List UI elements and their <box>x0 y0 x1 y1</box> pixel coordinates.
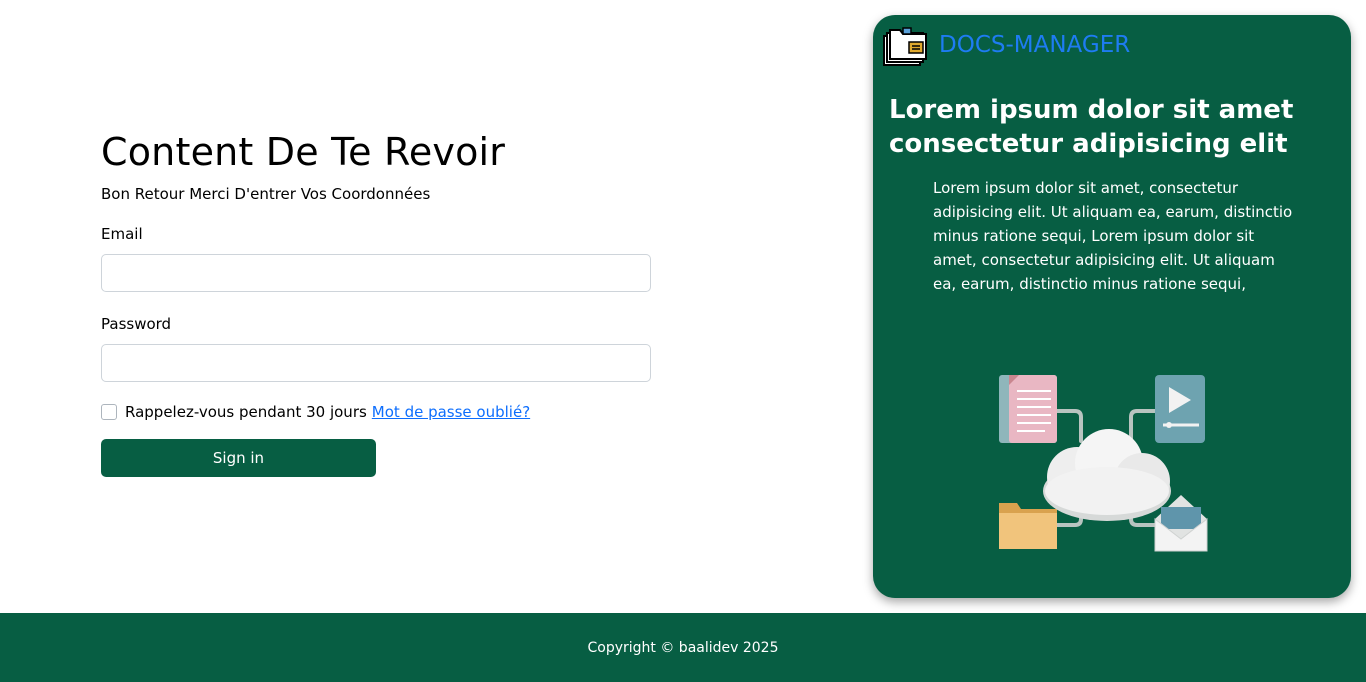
copyright-text: Copyright © baalidev 2025 <box>587 639 779 656</box>
document-icon <box>999 375 1057 443</box>
folder-stack-icon <box>883 27 927 66</box>
video-icon <box>1155 375 1205 443</box>
remember-checkbox[interactable] <box>101 404 117 420</box>
remember-label: Rappelez-vous pendant 30 jours <box>125 403 367 421</box>
cloud-documents-illustration <box>999 375 1208 552</box>
login-section: Content De Te Revoir Bon Retour Merci D'… <box>101 128 651 477</box>
brand: DOCS-MANAGER <box>883 27 1130 67</box>
brand-name: DOCS-MANAGER <box>939 32 1131 58</box>
password-label: Password <box>101 315 172 333</box>
forgot-password-link[interactable]: Mot de passe oublié? <box>372 402 530 422</box>
sign-in-button[interactable]: Sign in <box>101 439 376 477</box>
folder-icon <box>999 503 1057 549</box>
remember-row: Rappelez-vous pendant 30 jours Mot de pa… <box>101 402 651 422</box>
page-subtitle: Bon Retour Merci D'entrer Vos Coordonnée… <box>101 185 431 203</box>
promo-panel: DOCS-MANAGER Lorem ipsum dolor sit amet … <box>873 15 1351 598</box>
footer: Copyright © baalidev 2025 <box>0 613 1366 682</box>
cloud-icon <box>1043 429 1171 521</box>
panel-description: Lorem ipsum dolor sit amet, consectetur … <box>933 179 1293 293</box>
password-field[interactable] <box>101 344 651 382</box>
email-label: Email <box>101 225 143 243</box>
email-field[interactable] <box>101 254 651 292</box>
panel-heading: Lorem ipsum dolor sit amet consectetur a… <box>889 95 1294 159</box>
page-title: Content De Te Revoir <box>101 130 506 174</box>
